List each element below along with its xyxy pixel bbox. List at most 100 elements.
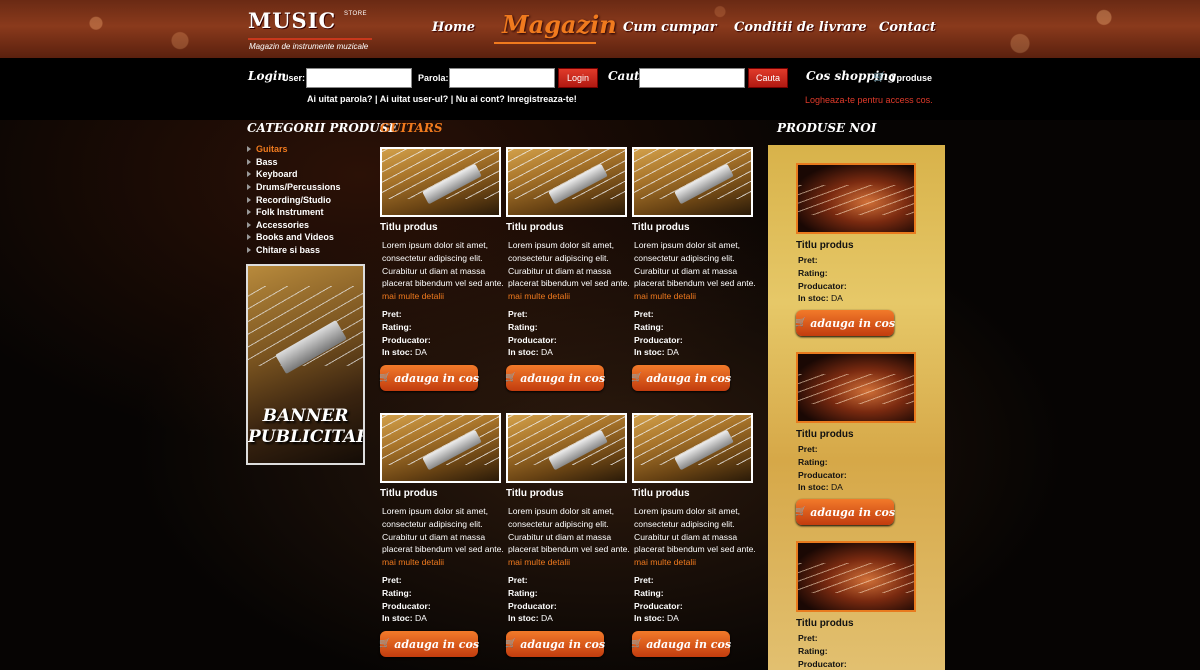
stock-label: In stoc:: [508, 347, 539, 358]
more-details-link[interactable]: mai multe detalii: [634, 557, 696, 567]
new-product-image[interactable]: [796, 352, 916, 423]
new-product-card: Titlu produs Pret: Rating: Producator: In st…: [795, 352, 926, 526]
producer-label: Producator:: [634, 600, 683, 611]
product-image[interactable]: [632, 413, 753, 483]
new-product-image[interactable]: [796, 541, 916, 612]
add-to-cart-button[interactable]: 🛒 adauga in cos: [378, 365, 479, 392]
new-product-card: Titlu produs Pret: Rating: Producator: In st…: [794, 163, 926, 337]
product-title[interactable]: Titlu produs: [506, 222, 628, 233]
password-input[interactable]: [449, 68, 555, 88]
producer-label: Producator:: [634, 334, 683, 345]
product-desc-text: Lorem ipsum dolor sit amet, consectetur …: [634, 506, 756, 555]
cart-icon: 🛒: [504, 639, 517, 650]
more-details-link[interactable]: mai multe detalii: [382, 291, 444, 301]
add-to-cart-button[interactable]: 🛒 adauga in cos: [631, 631, 731, 658]
category-label: Guitars: [256, 144, 288, 155]
new-product-title[interactable]: Titlu produs: [796, 240, 926, 251]
stock-label: In stoc:: [634, 347, 665, 358]
add-to-cart-button[interactable]: 🛒 adauga in cos: [630, 365, 732, 392]
main-nav: Home Magazin Cum cumpar Conditii de livr…: [0, 0, 1200, 58]
category-item[interactable]: Folk Instrument: [247, 206, 341, 219]
rating-label: Rating:: [634, 587, 664, 598]
price-label: Pret:: [508, 574, 528, 585]
cart-icon: 🛒: [378, 373, 391, 384]
stock-value: DA: [540, 613, 553, 624]
add-to-cart-button[interactable]: 🛒 adauga in cos: [379, 631, 480, 658]
add-to-cart-label: adauga in cos: [810, 505, 896, 519]
user-input[interactable]: [306, 68, 412, 88]
nav-cum-cumpar[interactable]: Cum cumpar: [623, 20, 717, 35]
category-item[interactable]: Guitars: [247, 143, 341, 156]
categories-title: CATEGORII PRODUSE: [247, 121, 398, 135]
login-title: Login: [248, 69, 287, 83]
add-to-cart-label: adauga in cos: [646, 371, 732, 385]
new-product-title[interactable]: Titlu produs: [796, 429, 926, 440]
product-title[interactable]: Titlu produs: [506, 488, 628, 499]
price-label: Pret:: [798, 444, 818, 454]
add-to-cart-label: adauga in cos: [394, 637, 480, 651]
product-title[interactable]: Titlu produs: [380, 488, 502, 499]
category-item[interactable]: Accessories: [247, 219, 341, 232]
login-button[interactable]: Login: [558, 68, 598, 88]
product-image[interactable]: [380, 147, 501, 217]
stock-label: In stoc:: [634, 613, 665, 624]
category-item[interactable]: Chitare si bass: [247, 244, 341, 257]
nav-conditii-livrare[interactable]: Conditii de livrare: [734, 20, 867, 35]
producer-label: Producator:: [382, 334, 431, 345]
new-product-image[interactable]: [796, 163, 916, 234]
add-to-cart-button[interactable]: 🛒 adauga in cos: [795, 499, 896, 526]
new-product-title[interactable]: Titlu produs: [796, 618, 926, 629]
new-product-meta: Pret: Rating: Producator: In stoc: DA: [798, 254, 926, 305]
category-label: Accessories: [256, 219, 310, 230]
nav-magazin[interactable]: Magazin: [502, 10, 617, 39]
category-item[interactable]: Recording/Studio: [247, 193, 341, 206]
chevron-right-icon: [247, 209, 251, 216]
cart-icon: 🛒: [630, 373, 643, 384]
product-description: Lorem ipsum dolor sit amet, consectetur …: [508, 239, 630, 303]
product-image[interactable]: [506, 147, 627, 217]
chevron-right-icon: [247, 221, 251, 228]
add-to-cart-button[interactable]: 🛒 adauga in cos: [794, 310, 895, 337]
product-image[interactable]: [506, 413, 627, 483]
nav-contact[interactable]: Contact: [879, 20, 936, 35]
product-card: Titlu produs Lorem ipsum dolor sit amet, …: [378, 147, 504, 392]
product-card: Titlu produs Lorem ipsum dolor sit amet, …: [631, 413, 756, 658]
search-button[interactable]: Cauta: [748, 68, 788, 88]
add-to-cart-button[interactable]: 🛒 adauga in cos: [505, 365, 605, 392]
rating-label: Rating:: [508, 321, 538, 332]
chevron-right-icon: [247, 146, 251, 153]
category-item[interactable]: Drums/Percussions: [247, 181, 341, 194]
more-details-link[interactable]: mai multe detalii: [382, 557, 444, 567]
category-item[interactable]: Keyboard: [247, 168, 341, 181]
add-to-cart-button[interactable]: 🛒 adauga in cos: [504, 631, 605, 658]
more-details-link[interactable]: mai multe detalii: [508, 291, 570, 301]
rating-label: Rating:: [382, 587, 412, 598]
rating-label: Rating:: [798, 456, 828, 467]
price-label: Pret:: [634, 574, 654, 585]
search-input[interactable]: [639, 68, 745, 88]
ad-banner[interactable]: BANNER PUBLICITAR: [246, 264, 365, 465]
password-label: Parola:: [418, 73, 449, 83]
product-title[interactable]: Titlu produs: [632, 488, 754, 499]
category-label: Bass: [256, 156, 278, 167]
category-item[interactable]: Books and Videos: [247, 231, 341, 244]
nav-home[interactable]: Home: [432, 20, 475, 35]
login-bar: Login User: Parola: Login Cauta Cauta Co…: [0, 58, 1200, 120]
guitar-strings: [798, 185, 914, 215]
product-title[interactable]: Titlu produs: [632, 222, 754, 233]
product-image[interactable]: [380, 413, 501, 483]
product-image[interactable]: [632, 147, 753, 217]
account-links[interactable]: Ai uitat parola? | Ai uitat user-ul? | N…: [307, 94, 577, 104]
new-product-meta: Pret: Rating: Producator: In stoc: DA: [798, 443, 926, 494]
stock-value: DA: [414, 347, 427, 358]
more-details-link[interactable]: mai multe detalii: [634, 291, 696, 301]
more-details-link[interactable]: mai multe detalii: [508, 557, 570, 567]
product-desc-text: Lorem ipsum dolor sit amet, consectetur …: [382, 240, 504, 289]
cart-icon[interactable]: 🛒: [873, 72, 885, 83]
cart-icon: 🛒: [794, 318, 807, 329]
product-desc-text: Lorem ipsum dolor sit amet, consectetur …: [634, 240, 756, 289]
product-title[interactable]: Titlu produs: [380, 222, 502, 233]
guitar-strings: [798, 374, 914, 404]
category-item[interactable]: Bass: [247, 156, 341, 169]
producer-label: Producator:: [508, 334, 557, 345]
